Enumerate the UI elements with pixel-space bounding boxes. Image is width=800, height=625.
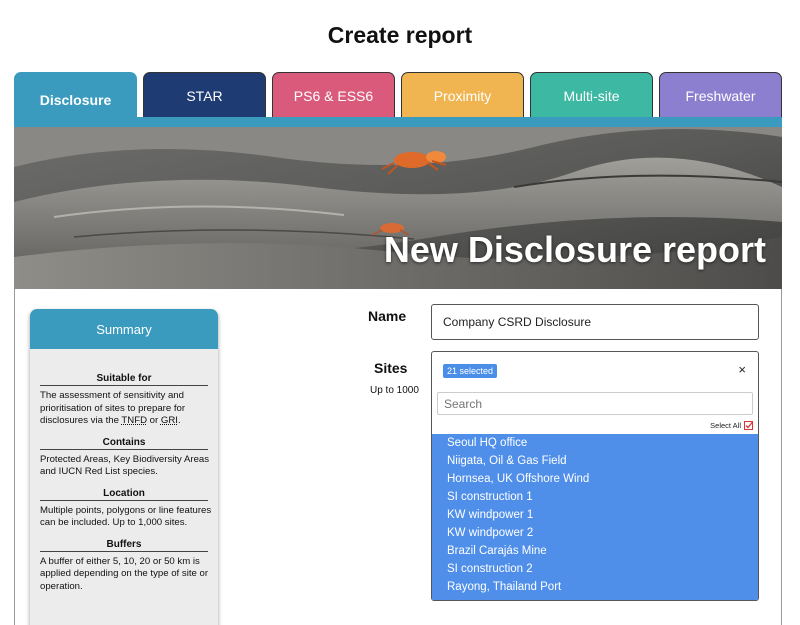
site-option[interactable]: SI construction 2 — [432, 560, 758, 578]
site-option[interactable]: Rayong, Thailand Port — [432, 578, 758, 596]
tab-strip — [14, 117, 782, 127]
tab-multi-site[interactable]: Multi-site — [530, 72, 653, 118]
page-title: Create report — [327, 22, 473, 48]
name-label: Name — [368, 308, 407, 324]
summary-text: Multiple points, polygons or line featur… — [40, 504, 212, 529]
summary-text: The assessment of sensitivity and priori… — [40, 390, 212, 428]
tab-label: STAR — [186, 87, 223, 104]
tab-label: Proximity — [433, 87, 492, 104]
summary-text-part: or — [147, 415, 161, 426]
summary-heading: Contains — [40, 437, 208, 450]
summary-body: Suitable for The assessment of sensitivi… — [30, 349, 218, 593]
tab-label: Multi-site — [563, 87, 620, 104]
select-all-label: Select All — [710, 421, 741, 430]
sites-search-input[interactable] — [437, 392, 753, 415]
tab-ps6-ess6[interactable]: PS6 & ESS6 — [272, 72, 395, 118]
site-option[interactable]: KW windpower 1 — [432, 506, 758, 524]
report-type-tabs: Disclosure STAR PS6 & ESS6 Proximity Mul… — [14, 72, 782, 126]
site-option[interactable]: KW windpower 2 — [432, 524, 758, 542]
summary-text-part: . — [177, 415, 181, 426]
site-option[interactable]: SI construction 1 — [432, 488, 758, 506]
tab-label: Freshwater — [685, 87, 756, 104]
sites-option-list: Seoul HQ office Niigata, Oil & Gas Field… — [432, 434, 758, 600]
clear-selection-icon[interactable]: × — [738, 362, 746, 377]
tab-proximity[interactable]: Proximity — [401, 72, 524, 118]
hero-title: New Disclosure report — [383, 229, 766, 270]
tab-label: Disclosure — [39, 91, 112, 108]
summary-header: Summary — [30, 309, 218, 349]
select-all-toggle[interactable]: Select All — [710, 421, 754, 430]
summary-heading: Location — [40, 488, 208, 501]
sites-label: Sites — [374, 360, 408, 376]
tab-label: PS6 & ESS6 — [293, 87, 374, 104]
summary-text: A buffer of either 5, 10, 20 or 50 km is… — [40, 555, 209, 592]
tab-star[interactable]: STAR — [143, 72, 266, 118]
summary-text: Protected Areas, Key Biodiversity Areas … — [40, 453, 210, 478]
sites-multiselect[interactable]: 21 selected × Select All Seoul HQ office… — [431, 351, 759, 601]
site-option[interactable]: Brazil Carajás Mine — [432, 542, 758, 560]
summary-card: Summary Suitable for The assessment of s… — [30, 309, 218, 625]
name-input[interactable] — [431, 304, 759, 340]
sites-hint: Up to 1000 — [370, 385, 419, 396]
gri-abbr: GRI — [160, 415, 178, 426]
hero-banner: New Disclosure report — [14, 127, 782, 289]
selected-count-badge: 21 selected — [443, 364, 498, 378]
tnfd-abbr: TNFD — [121, 415, 147, 426]
tab-freshwater[interactable]: Freshwater — [659, 72, 782, 118]
summary-heading: Buffers — [40, 539, 208, 552]
summary-heading: Suitable for — [40, 373, 208, 386]
site-option[interactable]: Hornsea, UK Offshore Wind — [432, 470, 758, 488]
site-option[interactable]: Niigata, Oil & Gas Field — [432, 452, 758, 470]
site-option[interactable]: Seoul HQ office — [432, 434, 758, 452]
checkbox-checked-icon — [744, 421, 754, 430]
